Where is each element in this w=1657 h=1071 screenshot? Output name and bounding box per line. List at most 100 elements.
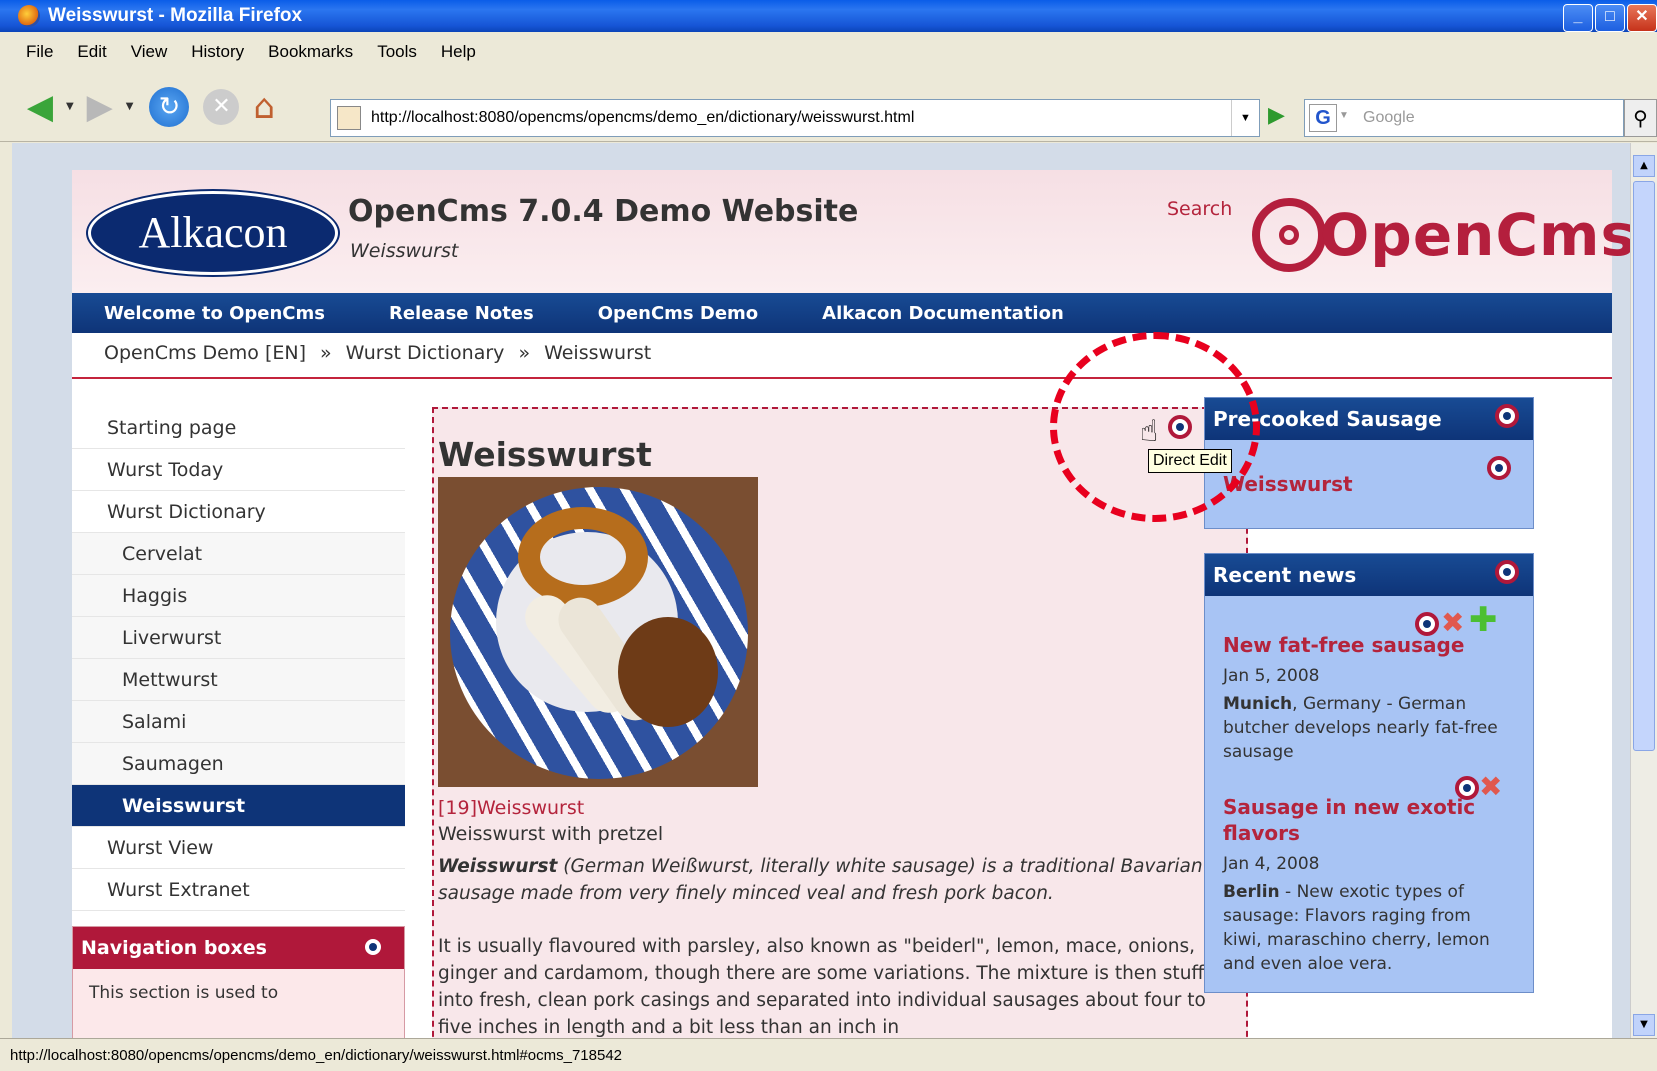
news-text: Munich, Germany - German butcher develop…	[1223, 692, 1513, 764]
news-title[interactable]: New fat-free sausage	[1223, 632, 1513, 658]
engine-dropdown-icon[interactable]: ▼	[1339, 110, 1349, 121]
search-magnifier-icon[interactable]: ⚲	[1624, 99, 1657, 137]
leftnav-liverwurst[interactable]: Liverwurst	[72, 617, 405, 659]
page-favicon-icon	[337, 106, 361, 130]
article-title: Weisswurst	[438, 435, 652, 474]
close-button[interactable]: ✕	[1627, 4, 1657, 32]
recent-news-title: Recent news	[1205, 554, 1533, 596]
intro-bold: Weisswurst	[438, 856, 558, 877]
scroll-up-icon[interactable]: ▲	[1633, 155, 1655, 177]
maximize-button[interactable]: □	[1595, 4, 1625, 32]
news-place: Munich	[1223, 694, 1293, 714]
site-title: OpenCms 7.0.4 Demo Website	[348, 194, 859, 229]
search-link[interactable]: Search	[1167, 198, 1232, 220]
news-text: Berlin - New exotic types of sausage: Fl…	[1223, 880, 1513, 976]
site-subtitle: Weisswurst	[350, 240, 459, 262]
recent-news-box: Recent news ✖ ✚ New fat-free sausage Jan…	[1204, 553, 1534, 993]
leftnav-cervelat[interactable]: Cervelat	[72, 533, 405, 575]
weisswurst-image	[438, 477, 758, 787]
direct-edit-icon[interactable]	[1487, 456, 1511, 480]
reload-icon[interactable]: ↻	[149, 86, 190, 127]
status-bar: http://localhost:8080/opencms/opencms/de…	[0, 1038, 1657, 1071]
firefox-icon	[18, 5, 40, 27]
news-date: Jan 5, 2008	[1223, 666, 1320, 686]
navigation-boxes-panel: Navigation boxes This section is used to	[72, 926, 405, 1038]
leftnav-weisswurst[interactable]: Weisswurst	[72, 785, 405, 827]
back-arrow-icon[interactable]: ◀	[20, 87, 60, 127]
breadcrumb-separator: »	[518, 342, 531, 364]
leftnav-salami[interactable]: Salami	[72, 701, 405, 743]
breadcrumb: OpenCms Demo [EN] » Wurst Dictionary » W…	[104, 335, 651, 371]
stop-icon[interactable]: ✕	[203, 88, 240, 125]
forward-dropdown-icon[interactable]: ▼	[126, 101, 134, 112]
menu-bookmarks[interactable]: Bookmarks	[256, 42, 365, 62]
image-caption-link[interactable]: [19]Weisswurst	[438, 797, 584, 819]
back-dropdown-icon[interactable]: ▼	[66, 101, 74, 112]
search-placeholder: Google	[1363, 109, 1415, 126]
leftnav-wurst-view[interactable]: Wurst View	[72, 827, 405, 869]
breadcrumb-dictionary[interactable]: Wurst Dictionary	[346, 342, 505, 364]
opencms-logo[interactable]: OpenCms	[1252, 190, 1630, 280]
direct-edit-icon[interactable]	[361, 935, 385, 959]
address-bar[interactable]: http://localhost:8080/opencms/opencms/de…	[330, 99, 1260, 137]
scroll-thumb[interactable]	[1633, 181, 1655, 751]
menu-history[interactable]: History	[179, 42, 256, 62]
news-date: Jan 4, 2008	[1223, 854, 1320, 874]
opencms-ring-icon	[1252, 198, 1326, 272]
status-text: http://localhost:8080/opencms/opencms/de…	[10, 1046, 622, 1064]
leftnav-saumagen[interactable]: Saumagen	[72, 743, 405, 785]
image-subtitle: Weisswurst with pretzel	[438, 823, 664, 845]
news-item: Sausage in new exotic flavors Jan 4, 200…	[1223, 794, 1513, 976]
direct-edit-tooltip: Direct Edit	[1148, 449, 1232, 473]
nav-alkacon-docs[interactable]: Alkacon Documentation	[822, 303, 1064, 324]
url-text[interactable]: http://localhost:8080/opencms/opencms/de…	[371, 109, 914, 127]
menu-tools[interactable]: Tools	[365, 42, 429, 62]
leftnav-wurst-extranet[interactable]: Wurst Extranet	[72, 869, 405, 911]
go-arrow-icon[interactable]: ▶	[1268, 103, 1285, 128]
news-title[interactable]: Sausage in new exotic flavors	[1223, 794, 1513, 846]
title-bar: Weisswurst - Mozilla Firefox _ □ ✕	[0, 0, 1657, 32]
breadcrumb-current: Weisswurst	[544, 342, 652, 364]
breadcrumb-separator: »	[320, 342, 332, 364]
news-item: New fat-free sausage Jan 5, 2008 Munich,…	[1223, 632, 1513, 764]
google-engine-icon[interactable]: G	[1309, 104, 1337, 132]
menu-help[interactable]: Help	[429, 42, 488, 62]
news-place: Berlin	[1223, 882, 1280, 902]
navigation-boxes-title: Navigation boxes	[73, 927, 404, 969]
nav-release-notes[interactable]: Release Notes	[389, 303, 534, 324]
leftnav-haggis[interactable]: Haggis	[72, 575, 405, 617]
leftnav-starting-page[interactable]: Starting page	[72, 407, 405, 449]
menu-edit[interactable]: Edit	[65, 42, 118, 62]
site-header: Alkacon OpenCms 7.0.4 Demo Website Weiss…	[72, 170, 1630, 293]
alkacon-logo[interactable]: Alkacon	[88, 191, 338, 275]
menu-bar: File Edit View History Bookmarks Tools H…	[0, 32, 1657, 72]
direct-edit-icon[interactable]	[1495, 560, 1519, 584]
nav-opencms-demo[interactable]: OpenCms Demo	[598, 303, 758, 324]
minimize-button[interactable]: _	[1563, 4, 1593, 32]
forward-arrow-icon[interactable]: ▶	[80, 87, 120, 127]
hand-cursor-icon: ☝	[1140, 414, 1159, 449]
leftnav-mettwurst[interactable]: Mettwurst	[72, 659, 405, 701]
direct-edit-icon[interactable]	[1495, 404, 1519, 428]
leftnav-wurst-dictionary[interactable]: Wurst Dictionary	[72, 491, 405, 533]
article-intro: Weisswurst (German Weißwurst, literally …	[438, 853, 1238, 907]
top-navigation: Welcome to OpenCms Release Notes OpenCms…	[72, 293, 1612, 333]
article-body: It is usually flavoured with parsley, al…	[438, 936, 1228, 1038]
nav-welcome[interactable]: Welcome to OpenCms	[104, 303, 325, 324]
website-page: Alkacon OpenCms 7.0.4 Demo Website Weiss…	[72, 170, 1630, 1038]
menu-file[interactable]: File	[14, 42, 65, 62]
home-icon[interactable]: ⌂	[253, 87, 275, 127]
window-controls: _ □ ✕	[1563, 4, 1657, 32]
vertical-scrollbar[interactable]: ▲ ▼	[1630, 143, 1657, 1038]
menu-view[interactable]: View	[119, 42, 180, 62]
search-input[interactable]: G ▼ Google	[1304, 99, 1624, 137]
navigation-boxes-body: This section is used to	[89, 983, 279, 1003]
leftnav-wurst-today[interactable]: Wurst Today	[72, 449, 405, 491]
url-dropdown-icon[interactable]: ▼	[1231, 100, 1259, 136]
breadcrumb-divider	[72, 377, 1612, 379]
opencms-logo-text: OpenCms	[1320, 201, 1630, 269]
left-navigation: Starting page Wurst Today Wurst Dictiona…	[72, 407, 405, 911]
breadcrumb-demo[interactable]: OpenCms Demo [EN]	[104, 342, 306, 364]
scroll-down-icon[interactable]: ▼	[1633, 1014, 1655, 1036]
browser-window: Weisswurst - Mozilla Firefox _ □ ✕ File …	[0, 0, 1657, 1071]
